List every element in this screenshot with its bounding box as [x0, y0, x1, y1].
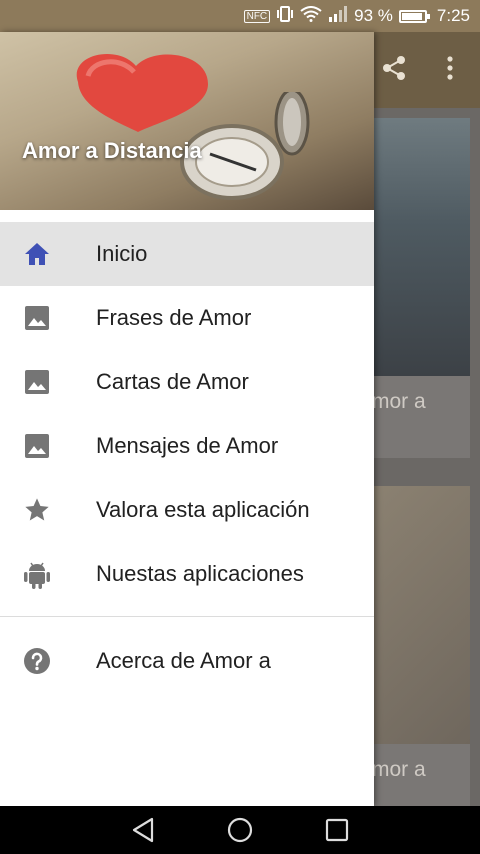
menu-divider — [0, 616, 374, 617]
home-icon — [0, 242, 96, 266]
drawer-header-title: Amor a Distancia — [22, 138, 202, 163]
vibrate-icon — [276, 5, 294, 27]
menu-item-label: Mensajes de Amor — [96, 433, 279, 458]
home-button[interactable] — [220, 810, 260, 850]
menu-item-label: Nuestas aplicaciones — [96, 561, 304, 586]
menu-item-cartas[interactable]: Cartas de Amor — [0, 350, 374, 414]
image-icon — [0, 369, 96, 395]
content-card[interactable]: mor a — [360, 118, 470, 458]
menu-item-label: Inicio — [96, 241, 148, 266]
menu-item-mensajes[interactable]: Mensajes de Amor — [0, 414, 374, 478]
menu-item-label: Frases de Amor — [96, 305, 252, 330]
image-icon — [0, 305, 96, 331]
card-image — [360, 486, 470, 744]
content-card[interactable]: mor a — [360, 486, 470, 816]
battery-percent: 93 % — [354, 6, 393, 25]
navigation-drawer: Amor a Distancia Inicio Frases de Amor C… — [0, 32, 374, 806]
wifi-icon — [300, 5, 322, 27]
help-icon — [0, 647, 96, 675]
signal-icon — [328, 5, 348, 27]
card-title: mor a — [372, 390, 426, 413]
overflow-menu-icon[interactable] — [440, 54, 460, 89]
menu-item-valora[interactable]: Valora esta aplicación — [0, 478, 374, 542]
menu-item-inicio[interactable]: Inicio — [0, 222, 374, 286]
status-bar: NFC 93 % 7:25 — [0, 0, 480, 32]
menu-item-label: Acerca de Amor a — [96, 648, 271, 673]
share-icon[interactable] — [380, 54, 408, 89]
menu-item-label: Valora esta aplicación — [96, 497, 310, 522]
menu-item-frases[interactable]: Frases de Amor — [0, 286, 374, 350]
drawer-header: Amor a Distancia — [0, 32, 374, 210]
card-title: mor a — [372, 758, 426, 781]
clock: 7:25 — [436, 6, 470, 25]
system-navigation-bar — [0, 806, 480, 854]
battery-icon — [398, 9, 430, 23]
android-icon — [0, 559, 96, 589]
drawer-menu: Inicio Frases de Amor Cartas de Amor Men… — [0, 222, 374, 693]
menu-item-acerca[interactable]: Acerca de Amor a — [0, 629, 374, 693]
back-button[interactable] — [123, 810, 163, 850]
card-image — [360, 118, 470, 376]
menu-item-label: Cartas de Amor — [96, 369, 249, 394]
star-icon — [0, 496, 96, 524]
image-icon — [0, 433, 96, 459]
recents-button[interactable] — [317, 810, 357, 850]
nfc-icon: NFC — [243, 9, 271, 23]
menu-item-aplicaciones[interactable]: Nuestas aplicaciones — [0, 542, 374, 606]
